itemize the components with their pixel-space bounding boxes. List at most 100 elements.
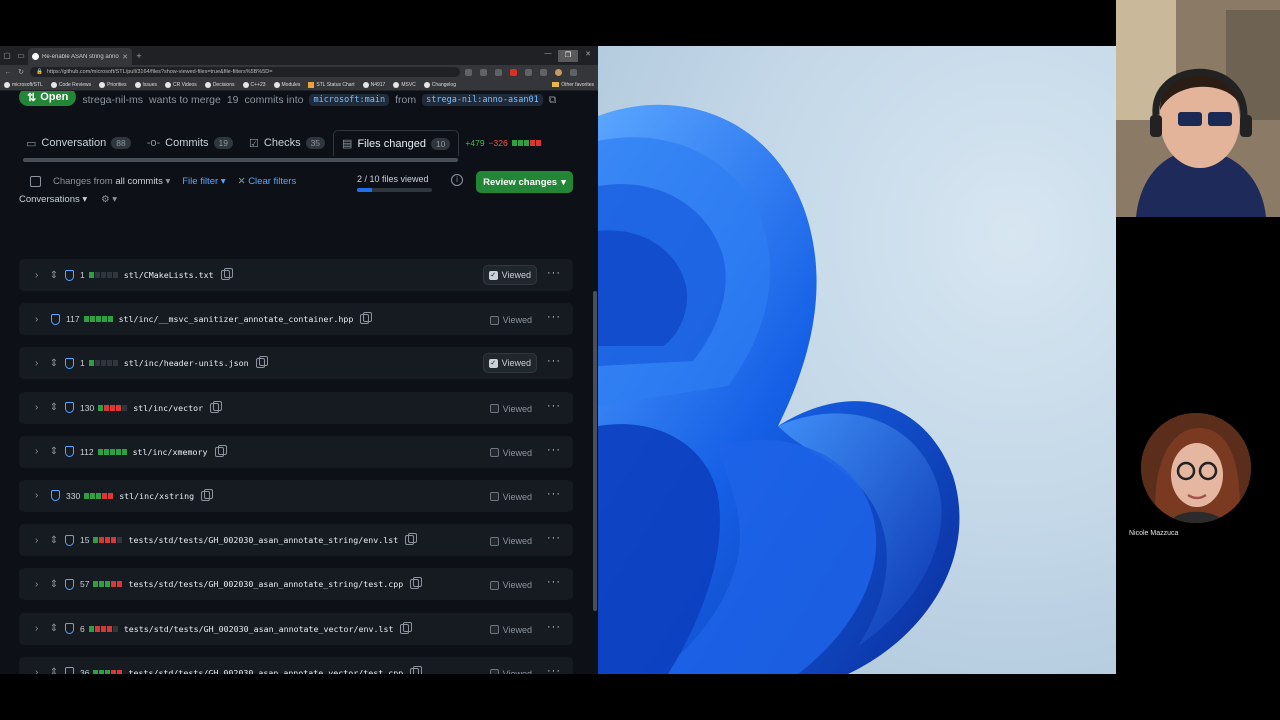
kebab-menu-icon[interactable]: ··· bbox=[547, 311, 561, 323]
favorite-item[interactable]: Issues bbox=[134, 81, 157, 88]
extension-icon[interactable] bbox=[495, 68, 502, 76]
file-path[interactable]: tests/std/tests/GH_002030_asan_annotate_… bbox=[124, 624, 394, 634]
file-path[interactable]: tests/std/tests/GH_002030_asan_annotate_… bbox=[128, 535, 398, 545]
copy-path-icon[interactable] bbox=[410, 665, 423, 674]
favorite-item[interactable]: microsoft/STL bbox=[4, 81, 43, 88]
file-row[interactable]: › ⇕ 112 stl/inc/xmemory Viewed ··· bbox=[19, 435, 573, 468]
file-path[interactable]: stl/inc/header-units.json bbox=[124, 358, 249, 368]
base-branch[interactable]: microsoft:main bbox=[309, 94, 390, 106]
other-favorites[interactable]: Other favorites bbox=[552, 82, 594, 88]
changes-from-dropdown[interactable]: Changes from all commits ▾ bbox=[53, 176, 170, 187]
favorite-item[interactable]: C++23 bbox=[242, 81, 266, 88]
review-changes-button[interactable]: Review changes ▾ bbox=[476, 171, 573, 193]
restore-icon[interactable]: ❐ bbox=[558, 49, 578, 62]
copy-path-icon[interactable] bbox=[201, 488, 214, 501]
file-row[interactable]: › ⇕ 1 stl/CMakeLists.txt ✓ Viewed ··· bbox=[19, 259, 573, 291]
file-row[interactable]: › ⇕ 36 tests/std/tests/GH_002030_asan_annot… bbox=[19, 656, 573, 674]
copy-path-icon[interactable] bbox=[405, 533, 418, 546]
copy-path-icon[interactable] bbox=[255, 356, 268, 369]
kebab-menu-icon[interactable]: ··· bbox=[547, 355, 561, 367]
tabs-scrollbar[interactable] bbox=[23, 158, 458, 162]
favorite-item[interactable]: Decisions bbox=[204, 81, 235, 88]
refresh-icon[interactable]: ↻ bbox=[17, 68, 25, 76]
kebab-menu-icon[interactable]: ··· bbox=[547, 576, 561, 588]
expand-all-icon[interactable]: ⇕ bbox=[47, 446, 61, 457]
close-tab-icon[interactable]: ✕ bbox=[122, 53, 128, 61]
chevron-right-icon[interactable]: › bbox=[35, 490, 47, 501]
viewed-checkbox[interactable]: Viewed bbox=[485, 400, 537, 418]
file-row[interactable]: › ⇕ 130 stl/inc/vector Viewed ··· bbox=[19, 391, 573, 424]
more-icon[interactable] bbox=[570, 68, 577, 76]
diff-settings-gear-icon[interactable]: ⚙ ▾ bbox=[101, 194, 117, 205]
close-window-icon[interactable]: ✕ bbox=[578, 50, 598, 62]
clear-filters-button[interactable]: ✕ Clear filters bbox=[238, 176, 297, 187]
zoom-icon[interactable] bbox=[480, 68, 487, 76]
file-filter-dropdown[interactable]: File filter ▾ bbox=[182, 176, 225, 187]
viewed-checkbox[interactable]: ✓ Viewed bbox=[482, 353, 537, 374]
favorite-item[interactable]: Priorities bbox=[99, 81, 127, 88]
favorite-item[interactable]: Changelog bbox=[423, 81, 456, 88]
profile-avatar[interactable] bbox=[555, 68, 562, 76]
copy-path-icon[interactable] bbox=[410, 577, 423, 590]
expand-all-icon[interactable]: ⇕ bbox=[47, 579, 61, 590]
favorites-icon[interactable] bbox=[525, 68, 532, 76]
tab-conversation[interactable]: ▭ Conversation 88 bbox=[18, 130, 139, 156]
adblock-icon[interactable] bbox=[510, 68, 517, 76]
copy-path-icon[interactable] bbox=[214, 444, 227, 457]
viewed-checkbox[interactable]: Viewed bbox=[485, 488, 537, 506]
favorite-item[interactable]: Modules bbox=[273, 81, 300, 88]
chevron-right-icon[interactable]: › bbox=[35, 358, 47, 369]
browser-tab[interactable]: Re-enable ASAN string annotati ✕ bbox=[28, 48, 132, 65]
chevron-right-icon[interactable]: › bbox=[35, 535, 47, 546]
file-path[interactable]: tests/std/tests/GH_002030_asan_annotate_… bbox=[128, 579, 403, 589]
file-row[interactable]: › 117 stl/inc/__msvc_sanitizer_annotate_co… bbox=[19, 303, 573, 336]
copy-path-icon[interactable] bbox=[210, 400, 223, 413]
favorite-item[interactable]: Code Reviews bbox=[50, 81, 91, 88]
chevron-right-icon[interactable]: › bbox=[35, 623, 47, 634]
file-path[interactable]: tests/std/tests/GH_002030_asan_annotate_… bbox=[128, 668, 403, 674]
tab-actions-icon[interactable]: ▭ bbox=[14, 46, 28, 65]
collections-icon[interactable] bbox=[540, 68, 547, 76]
kebab-menu-icon[interactable]: ··· bbox=[547, 532, 561, 544]
copy-path-icon[interactable] bbox=[400, 621, 413, 634]
expand-all-icon[interactable]: ⇕ bbox=[47, 402, 61, 413]
expand-all-icon[interactable]: ⇕ bbox=[47, 623, 61, 634]
file-row[interactable]: › ⇕ 57 tests/std/tests/GH_002030_asan_annot… bbox=[19, 568, 573, 601]
chevron-right-icon[interactable]: › bbox=[35, 667, 47, 674]
kebab-menu-icon[interactable]: ··· bbox=[547, 444, 561, 456]
file-row[interactable]: › 330 stl/inc/xstring Viewed ··· bbox=[19, 479, 573, 512]
kebab-menu-icon[interactable]: ··· bbox=[547, 267, 561, 279]
file-row[interactable]: › ⇕ 6 tests/std/tests/GH_002030_asan_annota… bbox=[19, 612, 573, 645]
file-path[interactable]: stl/inc/vector bbox=[133, 403, 203, 413]
file-path[interactable]: stl/CMakeLists.txt bbox=[124, 270, 214, 280]
viewed-checkbox[interactable]: ✓ Viewed bbox=[482, 265, 537, 285]
expand-all-icon[interactable]: ⇕ bbox=[47, 358, 61, 369]
favorite-item[interactable]: STL Status Chart bbox=[308, 81, 355, 88]
new-tab-icon[interactable]: + bbox=[132, 51, 146, 61]
head-branch[interactable]: strega-nil:anno-asan01 bbox=[422, 94, 543, 106]
workspaces-icon[interactable]: ▢ bbox=[0, 46, 14, 65]
info-icon[interactable]: i bbox=[451, 174, 463, 186]
conversations-dropdown[interactable]: Conversations ▾ bbox=[19, 194, 87, 205]
page-scrollbar[interactable] bbox=[593, 291, 597, 611]
file-path[interactable]: stl/inc/__msvc_sanitizer_annotate_contai… bbox=[119, 314, 354, 324]
copy-path-icon[interactable] bbox=[220, 268, 233, 280]
tab-commits[interactable]: -o- Commits 19 bbox=[139, 130, 241, 156]
viewed-checkbox[interactable]: Viewed bbox=[485, 311, 537, 329]
copy-path-icon[interactable] bbox=[360, 312, 373, 325]
url-field[interactable]: 🔒 https://github.com/microsoft/STL/pull/… bbox=[30, 67, 460, 77]
minimize-icon[interactable]: — bbox=[538, 50, 558, 62]
tab-checks[interactable]: ☑ Checks 35 bbox=[241, 130, 333, 156]
viewed-checkbox[interactable]: Viewed bbox=[485, 532, 537, 550]
favorite-item[interactable]: CR Videos bbox=[165, 81, 197, 88]
expand-all-icon[interactable]: ⇕ bbox=[47, 535, 61, 546]
file-row[interactable]: › ⇕ 1 stl/inc/header-units.json ✓ Viewed ··· bbox=[19, 347, 573, 380]
copy-branch-icon[interactable]: ⧉ bbox=[549, 94, 557, 107]
kebab-menu-icon[interactable]: ··· bbox=[547, 400, 561, 412]
pr-author[interactable]: strega-nil-ms bbox=[82, 94, 143, 106]
file-path[interactable]: stl/inc/xstring bbox=[119, 491, 194, 501]
expand-all-icon[interactable]: ⇕ bbox=[47, 270, 61, 281]
file-path[interactable]: stl/inc/xmemory bbox=[133, 447, 208, 457]
chevron-right-icon[interactable]: › bbox=[35, 314, 47, 325]
viewed-checkbox[interactable]: Viewed bbox=[485, 576, 537, 594]
